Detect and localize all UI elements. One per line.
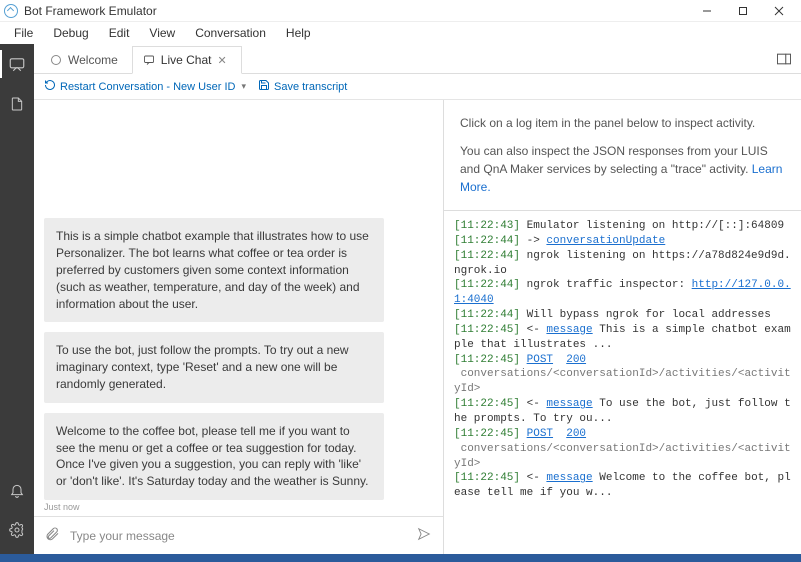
save-transcript-button[interactable]: Save transcript — [258, 79, 347, 94]
app-icon — [4, 4, 18, 18]
title-bar: Bot Framework Emulator — [0, 0, 801, 22]
log-line[interactable]: [11:22:45] <- message This is a simple c… — [454, 323, 791, 353]
log-line[interactable]: [11:22:44] ngrok traffic inspector: http… — [454, 278, 791, 308]
save-label: Save transcript — [274, 81, 347, 93]
log-line[interactable]: [11:22:44] Will bypass ngrok for local a… — [454, 308, 791, 323]
log-line[interactable]: [11:22:44] ngrok listening on https://a7… — [454, 249, 791, 279]
log-line[interactable]: [11:22:45] <- message Welcome to the cof… — [454, 471, 791, 501]
menu-help[interactable]: Help — [278, 24, 319, 42]
menu-edit[interactable]: Edit — [101, 24, 138, 42]
settings-icon[interactable] — [0, 516, 34, 544]
inspector-help-line2: You can also inspect the JSON responses … — [460, 142, 785, 196]
welcome-icon — [50, 54, 62, 66]
tab-label: Live Chat — [161, 53, 212, 67]
menu-file[interactable]: File — [6, 24, 41, 42]
inspector-panel: Click on a log item in the panel below t… — [444, 100, 801, 554]
log-line[interactable]: [11:22:45] POST 200 — [454, 427, 791, 442]
maximize-button[interactable] — [725, 1, 761, 21]
send-icon[interactable] — [415, 527, 433, 544]
inspector-help: Click on a log item in the panel below t… — [444, 100, 801, 210]
save-icon — [258, 79, 270, 94]
menu-conversation[interactable]: Conversation — [187, 24, 274, 42]
tab-live-chat[interactable]: Live Chat ✕ — [132, 46, 242, 74]
status-bar — [0, 554, 801, 562]
bot-message[interactable]: This is a simple chatbot example that il… — [44, 218, 384, 322]
chat-panel: This is a simple chatbot example that il… — [34, 100, 444, 554]
close-tab-icon[interactable]: ✕ — [218, 54, 227, 67]
inspector-help-line1: Click on a log item in the panel below t… — [460, 114, 785, 132]
menu-debug[interactable]: Debug — [45, 24, 96, 42]
tab-bar: Welcome Live Chat ✕ — [34, 44, 801, 74]
chevron-down-icon[interactable]: ▾ — [239, 81, 248, 92]
log-line[interactable]: [11:22:45] <- message To use the bot, ju… — [454, 397, 791, 427]
notifications-icon[interactable] — [0, 476, 34, 504]
log-line[interactable]: conversations/<conversationId>/activitie… — [454, 442, 791, 472]
attachment-icon[interactable] — [44, 526, 60, 545]
resources-icon[interactable] — [0, 90, 34, 118]
log-line[interactable]: conversations/<conversationId>/activitie… — [454, 367, 791, 397]
chat-icon — [143, 54, 155, 66]
close-button[interactable] — [761, 1, 797, 21]
message-timestamp: Just now — [44, 502, 433, 512]
chat-toolbar: Restart Conversation - New User ID ▾ Sav… — [34, 74, 801, 100]
minimize-button[interactable] — [689, 1, 725, 21]
menu-view[interactable]: View — [141, 24, 183, 42]
tab-welcome[interactable]: Welcome — [40, 45, 132, 73]
log-line[interactable]: [11:22:44] -> conversationUpdate — [454, 234, 791, 249]
activity-bar — [0, 44, 34, 554]
bot-explorer-icon[interactable] — [0, 50, 34, 78]
chat-input[interactable]: Type your message — [70, 529, 405, 543]
restart-icon — [44, 79, 56, 94]
restart-conversation-button[interactable]: Restart Conversation - New User ID ▾ — [44, 79, 248, 94]
chat-messages: This is a simple chatbot example that il… — [34, 100, 443, 516]
split-editor-button[interactable] — [767, 45, 801, 73]
log-panel[interactable]: [11:22:43] Emulator listening on http://… — [444, 210, 801, 554]
log-line[interactable]: [11:22:45] POST 200 — [454, 353, 791, 368]
window-title: Bot Framework Emulator — [24, 4, 689, 18]
menu-bar: File Debug Edit View Conversation Help — [0, 22, 801, 44]
log-line[interactable]: [11:22:43] Emulator listening on http://… — [454, 219, 791, 234]
bot-message[interactable]: To use the bot, just follow the prompts.… — [44, 332, 384, 402]
bot-message[interactable]: Welcome to the coffee bot, please tell m… — [44, 413, 384, 500]
restart-label: Restart Conversation - New User ID — [60, 81, 235, 93]
chat-input-row: Type your message — [34, 516, 443, 554]
tab-label: Welcome — [68, 53, 118, 67]
